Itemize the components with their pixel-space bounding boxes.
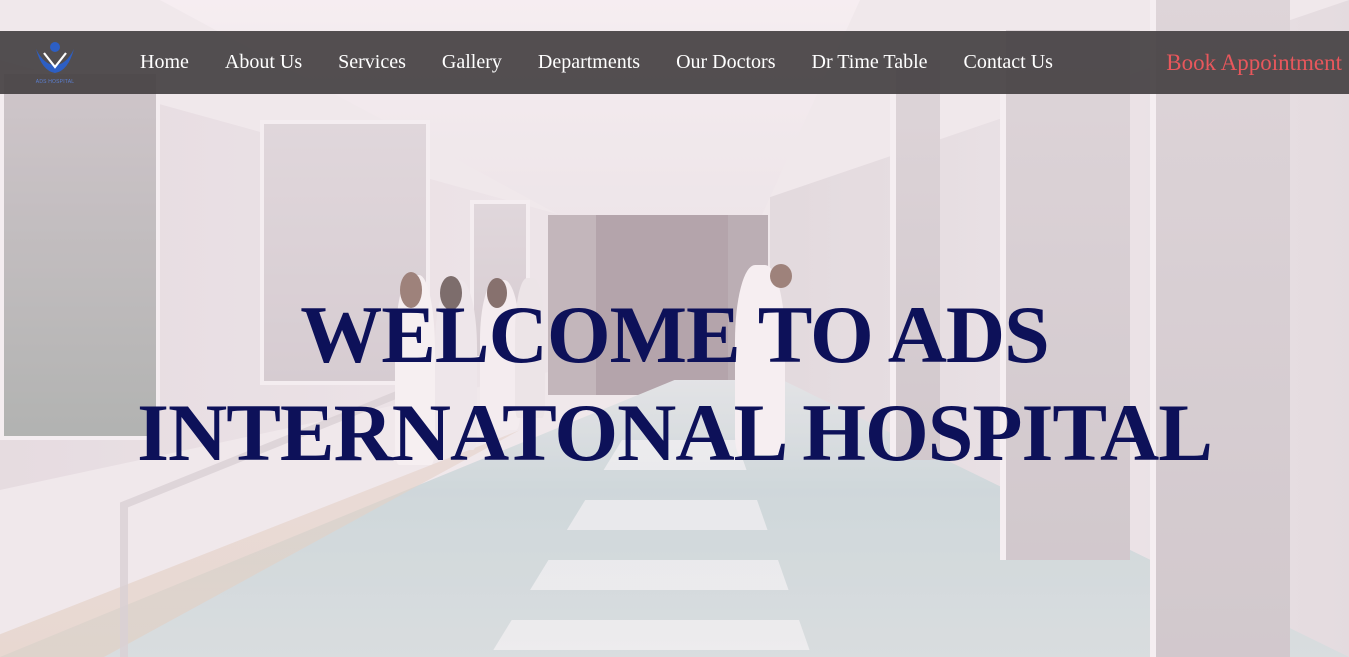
main-navbar: ADS HOSPITAL Home About Us Services Gall… bbox=[0, 31, 1349, 94]
nav-dr-time-table[interactable]: Dr Time Table bbox=[794, 51, 946, 74]
nav-departments[interactable]: Departments bbox=[520, 51, 658, 74]
hospital-logo[interactable]: ADS HOSPITAL bbox=[26, 37, 84, 89]
book-appointment-button[interactable]: Book Appointment bbox=[1166, 31, 1342, 94]
nav-links: Home About Us Services Gallery Departmen… bbox=[122, 31, 1071, 94]
nav-contact-us[interactable]: Contact Us bbox=[946, 51, 1071, 74]
logo-icon bbox=[36, 42, 74, 73]
nav-gallery[interactable]: Gallery bbox=[424, 51, 520, 74]
hero-headline-line2: INTERNATONAL HOSPITAL bbox=[137, 387, 1213, 478]
nav-our-doctors[interactable]: Our Doctors bbox=[658, 51, 793, 74]
nav-about-us[interactable]: About Us bbox=[207, 51, 320, 74]
hero-headline-line1: WELCOME TO ADS bbox=[300, 289, 1050, 380]
logo-text: ADS HOSPITAL bbox=[35, 79, 75, 85]
nav-services[interactable]: Services bbox=[320, 51, 424, 74]
hero-headline: WELCOME TO ADS INTERNATONAL HOSPITAL bbox=[0, 286, 1349, 482]
nav-home[interactable]: Home bbox=[122, 51, 207, 74]
